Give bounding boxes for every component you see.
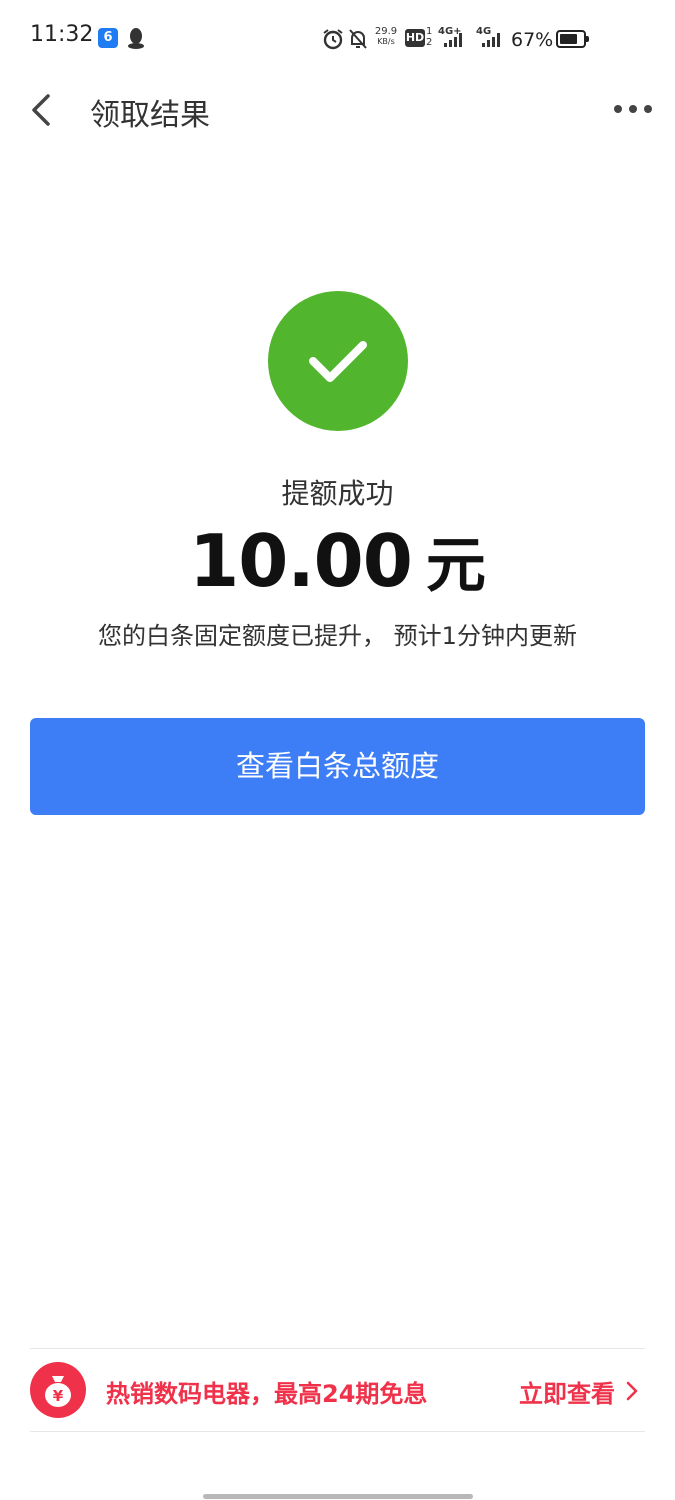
status-bar: 11:32 6 29.9 KB/s HD 1 2 4G+ 4G 67%: [0, 0, 675, 80]
network-speed: 29.9 KB/s: [372, 27, 400, 47]
signal-icon: [482, 33, 500, 47]
yen-glyph: ¥: [53, 1387, 64, 1405]
view-total-limit-button[interactable]: 查看白条总额度: [30, 718, 645, 815]
chevron-left-icon: [32, 94, 50, 126]
result-title: 提额成功: [281, 477, 394, 510]
divider: [30, 1348, 645, 1349]
hd-sim-index: 1 2: [426, 26, 432, 48]
battery-percent: 67%: [511, 29, 554, 51]
alarm-icon: [323, 29, 343, 50]
more-button[interactable]: [608, 94, 658, 124]
success-badge: [268, 291, 408, 431]
amount-unit: 元: [425, 531, 486, 601]
hd-sim-bottom: 2: [426, 37, 433, 48]
promo-banner[interactable]: ¥ 热销数码电器，最高24期免息 立即查看: [30, 1360, 645, 1420]
network-speed-unit: KB/s: [377, 37, 395, 46]
page: 11:32 6 29.9 KB/s HD 1 2 4G+ 4G 67% 领取结果…: [0, 0, 675, 1500]
hd-sim-top: 1: [426, 26, 433, 37]
qq-penguin-icon: [128, 28, 144, 49]
money-bag-shape: ¥: [45, 1376, 71, 1407]
nav-bar: 领取结果: [0, 80, 675, 140]
result-description: 您的白条固定额度已提升， 预计1分钟内更新: [98, 622, 577, 650]
status-time: 11:32: [30, 22, 94, 47]
amount-row: 10.00 元: [0, 517, 675, 604]
network-speed-value: 29.9: [374, 26, 398, 37]
promo-link[interactable]: 立即查看: [519, 1374, 615, 1409]
page-title: 领取结果: [90, 98, 210, 133]
bell-mute-icon: [349, 29, 367, 49]
chevron-right-icon: [626, 1381, 638, 1401]
checkmark-icon: [309, 341, 367, 382]
divider: [30, 1431, 645, 1432]
hd-volte-icon: HD: [405, 29, 425, 47]
battery-icon: [556, 30, 589, 48]
more-dots-icon: [614, 105, 652, 113]
battery-level: [560, 34, 577, 44]
money-bag-icon: ¥: [30, 1362, 86, 1418]
home-indicator[interactable]: [203, 1494, 473, 1499]
amount-value: 10.00: [189, 519, 413, 603]
app-notification-icon: 6: [98, 28, 118, 48]
signal-icon: [444, 33, 462, 47]
promo-text: 热销数码电器，最高24期免息: [106, 1380, 428, 1408]
back-button[interactable]: [24, 88, 60, 132]
